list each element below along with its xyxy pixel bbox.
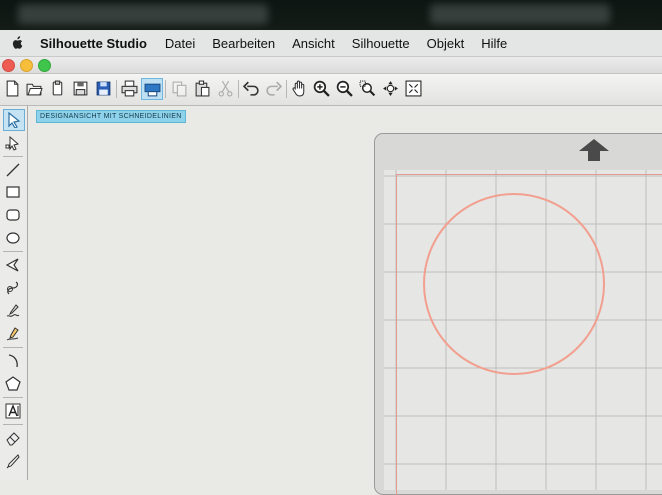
- main-toolbar: [0, 74, 662, 106]
- send-to-silhouette-icon: [144, 83, 160, 96]
- menu-objekt[interactable]: Objekt: [427, 36, 465, 51]
- tool-separator: [3, 347, 23, 348]
- rounded-rectangle-tool[interactable]: [3, 205, 23, 225]
- save-to-library-icon: [96, 81, 110, 95]
- polygon-tool[interactable]: [3, 255, 23, 275]
- print-button[interactable]: [119, 78, 139, 98]
- fit-to-page-icon: [405, 80, 421, 96]
- line-icon: [6, 163, 20, 177]
- eraser-icon: [6, 432, 20, 446]
- toolbar-separator: [286, 80, 287, 98]
- window-titlebar: [0, 57, 662, 74]
- maximize-window-button[interactable]: [38, 59, 51, 72]
- menu-app-name[interactable]: Silhouette Studio: [40, 36, 147, 51]
- zoom-out-icon: [336, 80, 353, 97]
- text-tool[interactable]: [3, 401, 23, 421]
- zoom-selection-icon: [359, 80, 375, 96]
- arc-tool[interactable]: [3, 351, 23, 371]
- feed-direction-arrow-icon: [579, 139, 609, 161]
- menu-datei[interactable]: Datei: [165, 36, 195, 51]
- line-tool[interactable]: [3, 160, 23, 180]
- screen-glare: [430, 4, 610, 24]
- tool-separator: [3, 397, 23, 398]
- smooth-freehand-icon: [6, 327, 19, 341]
- ellipse-tool[interactable]: [3, 228, 23, 248]
- polygon-icon: [5, 258, 19, 272]
- copy-button[interactable]: [169, 78, 189, 98]
- drag-zoom-icon: [382, 80, 398, 96]
- eraser-tool[interactable]: [3, 428, 23, 448]
- freehand-tool[interactable]: [3, 301, 23, 321]
- menu-bar: Silhouette Studio Datei Bearbeiten Ansic…: [0, 30, 662, 57]
- pan-hand-icon: [291, 80, 304, 96]
- ellipse-icon: [6, 232, 20, 244]
- point-edit-tool[interactable]: [3, 133, 23, 153]
- freehand-icon: [6, 304, 20, 317]
- print-icon: [121, 80, 137, 96]
- menu-hilfe[interactable]: Hilfe: [481, 36, 507, 51]
- zoom-in-button[interactable]: [311, 78, 331, 98]
- library-icon: [52, 80, 62, 95]
- circle-design-shape[interactable]: [423, 193, 605, 375]
- tool-separator: [3, 424, 23, 425]
- arc-icon: [8, 354, 18, 368]
- new-document-button[interactable]: [2, 78, 22, 98]
- monitor-bezel: [0, 0, 662, 30]
- open-button[interactable]: [24, 78, 44, 98]
- undo-icon: [242, 81, 259, 96]
- close-window-button[interactable]: [2, 59, 15, 72]
- drag-zoom-button[interactable]: [380, 78, 400, 98]
- toolbar-separator: [165, 80, 166, 98]
- minimize-window-button[interactable]: [20, 59, 33, 72]
- text-icon: [5, 403, 21, 419]
- curve-tool[interactable]: [3, 278, 23, 298]
- open-folder-icon: [26, 83, 43, 95]
- menu-ansicht[interactable]: Ansicht: [292, 36, 335, 51]
- save-icon: [73, 81, 87, 95]
- new-document-icon: [6, 80, 18, 96]
- view-mode-label: DESIGNANSICHT MIT SCHNEIDELINIEN: [36, 110, 186, 123]
- knife-icon: [6, 454, 20, 469]
- toolbar-separator: [116, 80, 117, 98]
- save-to-library-button[interactable]: [93, 78, 113, 98]
- library-button[interactable]: [47, 78, 67, 98]
- zoom-selection-button[interactable]: [357, 78, 377, 98]
- select-tool[interactable]: [3, 109, 25, 131]
- menu-bearbeiten[interactable]: Bearbeiten: [212, 36, 275, 51]
- zoom-in-icon: [313, 80, 330, 97]
- toolbar-separator: [238, 80, 239, 98]
- paste-icon: [195, 80, 209, 96]
- copy-icon: [172, 81, 186, 96]
- regular-polygon-tool[interactable]: [3, 374, 23, 394]
- undo-button[interactable]: [241, 78, 261, 98]
- curve-icon: [7, 281, 19, 295]
- knife-tool[interactable]: [3, 451, 23, 471]
- rounded-rectangle-icon: [6, 209, 20, 221]
- redo-button[interactable]: [263, 78, 283, 98]
- screen-glare: [18, 4, 268, 24]
- send-to-silhouette-button[interactable]: [141, 78, 163, 100]
- point-edit-icon: [5, 135, 20, 151]
- tool-separator: [3, 156, 23, 157]
- save-button[interactable]: [70, 78, 90, 98]
- rectangle-icon: [6, 186, 20, 198]
- tools-panel: [0, 106, 28, 480]
- apple-icon[interactable]: [10, 36, 24, 50]
- select-arrow-icon: [8, 112, 21, 128]
- regular-polygon-icon: [5, 376, 21, 391]
- smooth-freehand-tool[interactable]: [3, 324, 23, 344]
- redo-icon: [265, 81, 282, 96]
- pan-button[interactable]: [289, 78, 309, 98]
- zoom-out-button[interactable]: [334, 78, 354, 98]
- fit-to-page-button[interactable]: [403, 78, 423, 98]
- paste-button[interactable]: [192, 78, 212, 98]
- tool-separator: [3, 251, 23, 252]
- cut-icon: [218, 80, 232, 96]
- cut-button[interactable]: [215, 78, 235, 98]
- rectangle-tool[interactable]: [3, 182, 23, 202]
- menu-silhouette[interactable]: Silhouette: [352, 36, 410, 51]
